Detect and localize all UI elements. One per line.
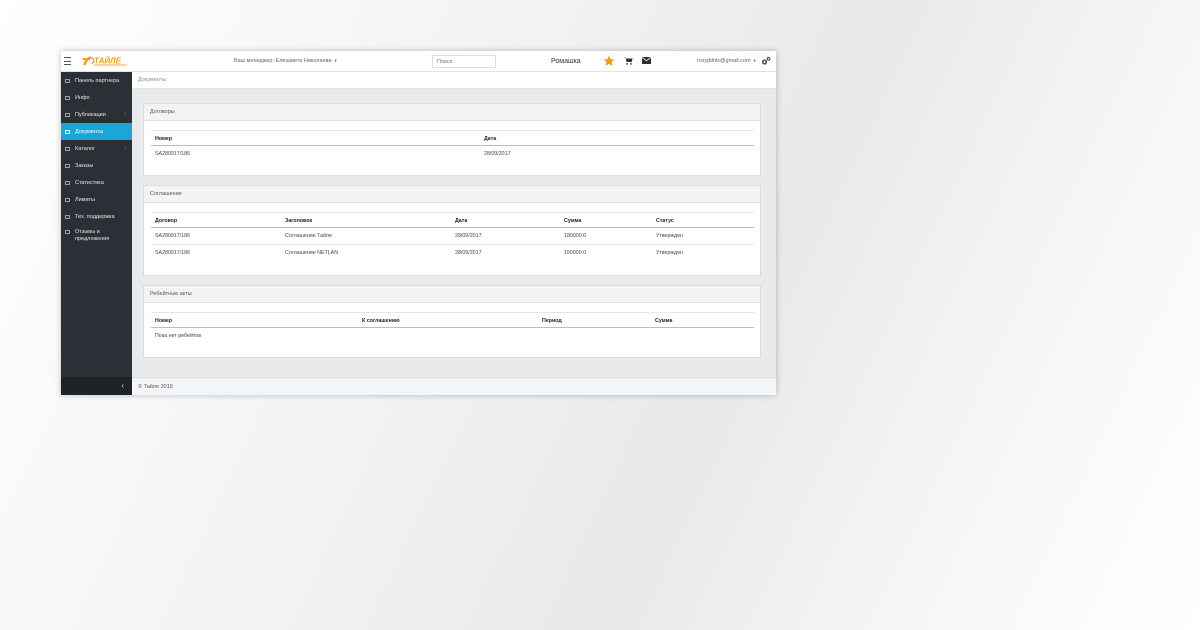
user-email: rozyjblnlx@gmail.com [697,58,751,64]
top-bar: ТАЙЛЕ Ваш менеджер: Елизавета Николаева ▼… [61,51,776,72]
sidebar-item-support[interactable]: Тех. поддержка [61,208,132,225]
table-row[interactable]: SA280917/186 Соглашение Тайле 28/09/2017… [151,227,754,245]
column-header: Дата [451,212,560,228]
table-cell: Утвержден [652,227,754,245]
cart-icon[interactable] [624,57,633,65]
sidebar-item-label: Панель партнера [75,77,120,84]
settings-gears-icon[interactable] [761,56,771,66]
table-cell: 28/09/2017 [484,151,511,158]
statistics-icon [64,180,71,186]
column-header: Номер [151,312,358,328]
table-cell[interactable]: SA280917/186 [151,227,281,245]
table-cell: 180000.0 [560,227,652,245]
sidebar-item-label: Заказы [75,162,94,169]
breadcrumb-current: Документы [138,77,167,83]
feedback-icon [64,229,71,235]
sidebar-item-catalog[interactable]: Каталог ‹ [61,140,132,157]
breadcrumb: Документы [132,72,776,89]
user-menu[interactable]: rozyjblnlx@gmail.com ▼ [697,58,757,64]
sidebar-item-label: Отзывы и предложения [75,229,110,242]
table-header-row: Номер Дата [151,130,754,146]
caret-down-icon: ▼ [752,58,757,63]
table-cell: 150000.0 [564,250,587,257]
main-content: Документы Договоры Номер Дата SA280917/1… [132,72,776,377]
app-window: ТАЙЛЕ Ваш менеджер: Елизавета Николаева ▼… [61,51,776,395]
panel-title: Ребейтные акты [144,286,760,303]
chevron-left-icon: ‹ [121,381,124,390]
table-cell: Соглашение Тайле [281,227,451,245]
sidebar-item-dashboard[interactable]: Панель партнера [61,72,132,89]
column-header: Период [538,312,651,328]
table-cell: 28/09/2017 [451,227,560,245]
sidebar-item-label: Публикации [75,111,106,118]
sidebar-item-statistics[interactable]: Статистика [61,174,132,191]
panel-title: Договоры [144,104,760,121]
rebates-panel: Ребейтные акты Номер К соглашению Период… [143,285,761,358]
sidebar-item-label: Документы [75,128,104,135]
footer: © Тайле 2019 [132,377,776,395]
column-header: Дата [480,130,754,146]
panel-title: Соглашение [144,186,760,203]
caret-down-icon: ▼ [333,58,338,63]
support-icon [64,214,71,220]
column-header: Заголовок [281,212,451,228]
column-header: К соглашению [358,312,538,328]
contracts-panel: Договоры Номер Дата SA280917/186 28/09/2… [143,103,761,176]
sidebar-item-label: Тех. поддержка [75,213,115,220]
manager-dropdown[interactable]: Ваш менеджер: Елизавета Николаева ▼ [234,58,338,64]
column-header: Договор [151,212,281,228]
search-input[interactable] [432,55,496,68]
sidebar-item-feedback[interactable]: Отзывы и предложения [61,225,132,247]
table-cell[interactable]: SA280917/186 [151,146,480,163]
publications-icon [64,112,71,118]
sidebar-item-label: Лимиты [75,196,96,203]
company-name: Ромашка [551,58,581,65]
table-header-row: Номер К соглашению Период Сумма [151,312,754,328]
manager-label: Ваш менеджер: Елизавета Николаева [234,58,332,64]
orders-icon [64,163,71,169]
sidebar-collapse-button[interactable]: ‹ [61,377,132,395]
sidebar-item-documents[interactable]: Документы [61,123,132,140]
limits-icon [64,197,71,203]
sidebar-item-publications[interactable]: Публикации ‹ [61,106,132,123]
column-header: Сумма [651,312,754,328]
empty-row: Пока нет ребейтов [151,328,754,345]
mail-icon[interactable] [642,57,651,64]
table-row[interactable]: SA280917/186 28/09/2017 [151,146,754,163]
menu-toggle-icon[interactable] [64,57,71,65]
column-header: Номер [151,130,480,146]
taile-logo[interactable]: ТАЙЛЕ [82,55,129,67]
table-cell[interactable]: SA280917/186 [151,245,281,262]
agreements-table: Договор Заголовок Дата Сумма Статус SA28… [151,212,754,262]
chevron-left-icon: ‹ [124,145,126,151]
table-header-row: Договор Заголовок Дата Сумма Статус [151,212,754,228]
catalog-icon [64,146,71,152]
sidebar-item-info[interactable]: Инфо [61,89,132,106]
sidebar-item-limits[interactable]: Лимиты [61,191,132,208]
table-cell: Утвержден [656,250,683,257]
column-header: Статус [652,212,754,228]
documents-icon [64,129,71,135]
agreements-panel: Соглашение Договор Заголовок Дата Сумма … [143,185,761,276]
dashboard-icon [64,78,71,84]
sidebar-item-orders[interactable]: Заказы [61,157,132,174]
table-cell: 28/09/2017 [455,250,482,257]
star-icon[interactable] [603,55,615,67]
sidebar-item-label: Каталог [75,145,95,152]
sidebar-item-label: Инфо [75,94,90,101]
rebates-table: Номер К соглашению Период Сумма Пока нет… [151,312,754,345]
table-row[interactable]: SA280917/186 Соглашение NETLAN 28/09/201… [151,245,754,262]
contracts-table: Номер Дата SA280917/186 28/09/2017 [151,130,754,163]
info-icon [64,95,71,101]
chevron-left-icon: ‹ [124,111,126,117]
copyright: © Тайле 2019 [138,384,173,390]
sidebar-item-label: Статистика [75,179,104,186]
sidebar: Панель партнера Инфо Публикации ‹ Докуме… [61,72,132,395]
svg-text:ТАЙЛЕ: ТАЙЛЕ [94,57,122,66]
empty-message: Пока нет ребейтов [155,333,202,340]
table-cell: Соглашение NETLAN [285,250,339,257]
column-header: Сумма [560,212,652,228]
